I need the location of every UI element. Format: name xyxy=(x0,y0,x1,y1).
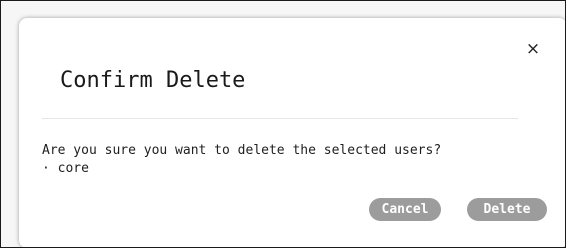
cancel-button[interactable]: Cancel xyxy=(369,198,441,221)
confirmation-message: Are you sure you want to delete the sele… xyxy=(42,143,442,158)
divider xyxy=(42,118,518,119)
close-icon[interactable]: × xyxy=(525,41,541,58)
selected-user-item: · core xyxy=(42,161,89,176)
page-backdrop: × Confirm Delete Are you sure you want t… xyxy=(0,0,566,248)
delete-button[interactable]: Delete xyxy=(467,198,547,221)
dialog-title: Confirm Delete xyxy=(60,68,246,93)
confirm-delete-dialog: × Confirm Delete Are you sure you want t… xyxy=(19,18,565,247)
